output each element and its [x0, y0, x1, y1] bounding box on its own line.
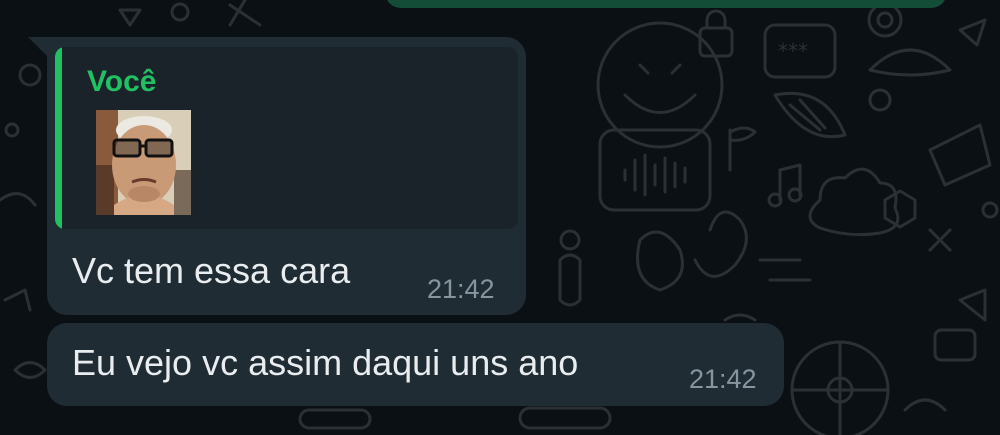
quoted-message[interactable]: Você: [55, 47, 518, 229]
incoming-message-bubble[interactable]: Você Vc tem essa cara 21:42: [47, 37, 526, 315]
message-text: Eu vejo vc assim daqui uns ano: [72, 342, 579, 383]
previous-outgoing-message-bubble[interactable]: [385, 0, 947, 8]
quoted-photo-thumbnail[interactable]: [96, 110, 191, 215]
quote-accent-bar: [55, 47, 62, 229]
message-text: Vc tem essa cara: [72, 250, 351, 291]
message-timestamp: 21:42: [689, 364, 757, 394]
svg-text:***: ***: [778, 39, 808, 63]
message-timestamp: 21:42: [427, 274, 495, 304]
quoted-author: Você: [87, 65, 157, 98]
incoming-message-bubble[interactable]: Eu vejo vc assim daqui uns ano 21:42: [47, 323, 784, 406]
